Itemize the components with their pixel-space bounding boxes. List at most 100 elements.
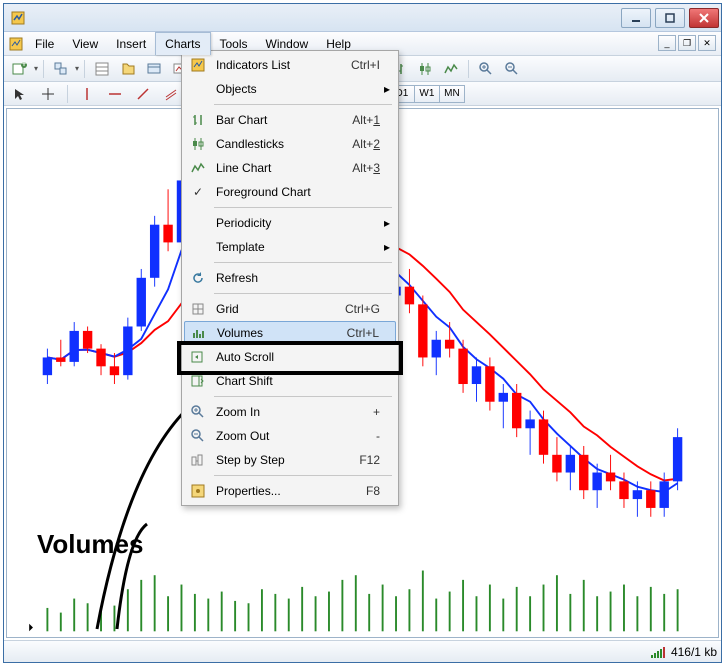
cursor-button[interactable] xyxy=(8,83,32,105)
mdi-restore[interactable]: ❐ xyxy=(678,35,696,51)
zoom-out-icon xyxy=(184,428,212,444)
terminal-button[interactable] xyxy=(142,58,166,80)
menu-item-label: Indicators List xyxy=(212,58,351,72)
menu-item-auto-scroll[interactable]: Auto Scroll xyxy=(184,345,396,369)
hline-button[interactable] xyxy=(103,83,127,105)
autoscroll-icon xyxy=(184,349,212,365)
properties-icon xyxy=(184,483,212,499)
menu-item-label: Periodicity xyxy=(212,216,396,230)
menu-item-label: Volumes xyxy=(213,326,347,340)
refresh-icon xyxy=(184,270,212,286)
crosshair-button[interactable] xyxy=(36,83,60,105)
line-chart-icon xyxy=(184,160,212,176)
menu-item-label: Candlesticks xyxy=(212,137,352,151)
menu-item-label: Auto Scroll xyxy=(212,350,396,364)
candlesticks-button[interactable] xyxy=(413,58,437,80)
menu-item-periodicity[interactable]: Periodicity▸ xyxy=(184,211,396,235)
menu-separator xyxy=(214,396,392,397)
candlesticks-icon xyxy=(184,136,212,152)
profiles-button[interactable] xyxy=(49,58,73,80)
menu-item-label: Properties... xyxy=(212,484,366,498)
menu-item-step-by-step[interactable]: Step by StepF12 xyxy=(184,448,396,472)
menu-item-foreground-chart[interactable]: Foreground Chart xyxy=(184,180,396,204)
menu-item-properties-[interactable]: Properties...F8 xyxy=(184,479,396,503)
minimize-button[interactable] xyxy=(621,8,651,28)
mdi-close[interactable]: ✕ xyxy=(698,35,716,51)
menu-separator xyxy=(214,293,392,294)
app-icon xyxy=(10,10,26,26)
menu-file[interactable]: File xyxy=(26,32,63,55)
menu-item-shortcut: - xyxy=(376,429,396,443)
menu-item-candlesticks[interactable]: CandlesticksAlt+2 xyxy=(184,132,396,156)
menu-item-bar-chart[interactable]: Bar ChartAlt+1 xyxy=(184,108,396,132)
menu-item-volumes[interactable]: VolumesCtrl+L xyxy=(184,321,396,345)
menu-item-shortcut: F8 xyxy=(366,484,396,498)
menu-item-template[interactable]: Template▸ xyxy=(184,235,396,259)
grid-icon xyxy=(184,301,212,317)
channel-button[interactable] xyxy=(159,83,183,105)
menu-separator xyxy=(214,104,392,105)
menu-item-shortcut: Alt+2 xyxy=(352,137,396,151)
step-icon xyxy=(184,452,212,468)
menu-item-label: Grid xyxy=(212,302,345,316)
menu-item-shortcut: Ctrl+I xyxy=(351,58,396,72)
maximize-button[interactable] xyxy=(655,8,685,28)
menu-item-shortcut: Ctrl+G xyxy=(345,302,396,316)
submenu-arrow-icon: ▸ xyxy=(384,216,390,230)
menu-charts[interactable]: Charts xyxy=(155,32,210,55)
mdi-controls: _ ❐ ✕ xyxy=(658,35,716,51)
window-controls xyxy=(621,8,719,28)
mdi-minimize[interactable]: _ xyxy=(658,35,676,51)
menu-item-refresh[interactable]: Refresh xyxy=(184,266,396,290)
menu-item-label: Line Chart xyxy=(212,161,352,175)
mdi-icon xyxy=(6,32,26,55)
submenu-arrow-icon: ▸ xyxy=(384,240,390,254)
vline-button[interactable] xyxy=(75,83,99,105)
svg-text:+: + xyxy=(20,61,27,70)
statusbar: 416/1 kb xyxy=(4,640,721,662)
annotation-volumes-label: Volumes xyxy=(37,529,143,560)
menu-item-shortcut: Alt+3 xyxy=(352,161,396,175)
charts-menu-dropdown: Indicators ListCtrl+IObjects▸Bar ChartAl… xyxy=(181,50,399,506)
menu-item-line-chart[interactable]: Line ChartAlt+3 xyxy=(184,156,396,180)
titlebar xyxy=(4,4,721,32)
timeframe-W1[interactable]: W1 xyxy=(414,85,440,103)
menu-item-label: Zoom In xyxy=(212,405,373,419)
timeframe-MN[interactable]: MN xyxy=(439,85,465,103)
menu-item-label: Refresh xyxy=(212,271,396,285)
trendline-button[interactable] xyxy=(131,83,155,105)
indicators-icon xyxy=(184,57,212,73)
menu-item-label: Objects xyxy=(212,82,396,96)
menu-item-label: Bar Chart xyxy=(212,113,352,127)
menu-separator xyxy=(214,207,392,208)
menu-item-shortcut: Alt+1 xyxy=(352,113,396,127)
line-chart-button[interactable] xyxy=(439,58,463,80)
chartshift-icon xyxy=(184,373,212,389)
new-chart-button[interactable]: + xyxy=(8,58,32,80)
submenu-arrow-icon: ▸ xyxy=(384,82,390,96)
menu-item-shortcut: F12 xyxy=(359,453,396,467)
close-button[interactable] xyxy=(689,8,719,28)
market-watch-button[interactable] xyxy=(90,58,114,80)
menu-separator xyxy=(214,262,392,263)
menu-insert[interactable]: Insert xyxy=(107,32,155,55)
menu-view[interactable]: View xyxy=(63,32,107,55)
zoom-out-button[interactable] xyxy=(500,58,524,80)
menu-item-objects[interactable]: Objects▸ xyxy=(184,77,396,101)
zoom-in-button[interactable] xyxy=(474,58,498,80)
menu-item-indicators-list[interactable]: Indicators ListCtrl+I xyxy=(184,53,396,77)
menu-item-grid[interactable]: GridCtrl+G xyxy=(184,297,396,321)
menu-item-shortcut: Ctrl+L xyxy=(347,326,395,340)
menu-item-label: Step by Step xyxy=(212,453,359,467)
status-text: 416/1 kb xyxy=(671,645,717,659)
menu-item-chart-shift[interactable]: Chart Shift xyxy=(184,369,396,393)
zoom-in-icon xyxy=(184,404,212,420)
bar-chart-icon xyxy=(184,112,212,128)
menu-item-label: Template xyxy=(212,240,396,254)
volumes-icon xyxy=(185,325,213,341)
menu-item-label: Zoom Out xyxy=(212,429,376,443)
navigator-button[interactable] xyxy=(116,58,140,80)
menu-item-zoom-out[interactable]: Zoom Out- xyxy=(184,424,396,448)
menu-item-zoom-in[interactable]: Zoom In+ xyxy=(184,400,396,424)
menu-item-label: Foreground Chart xyxy=(212,185,396,199)
